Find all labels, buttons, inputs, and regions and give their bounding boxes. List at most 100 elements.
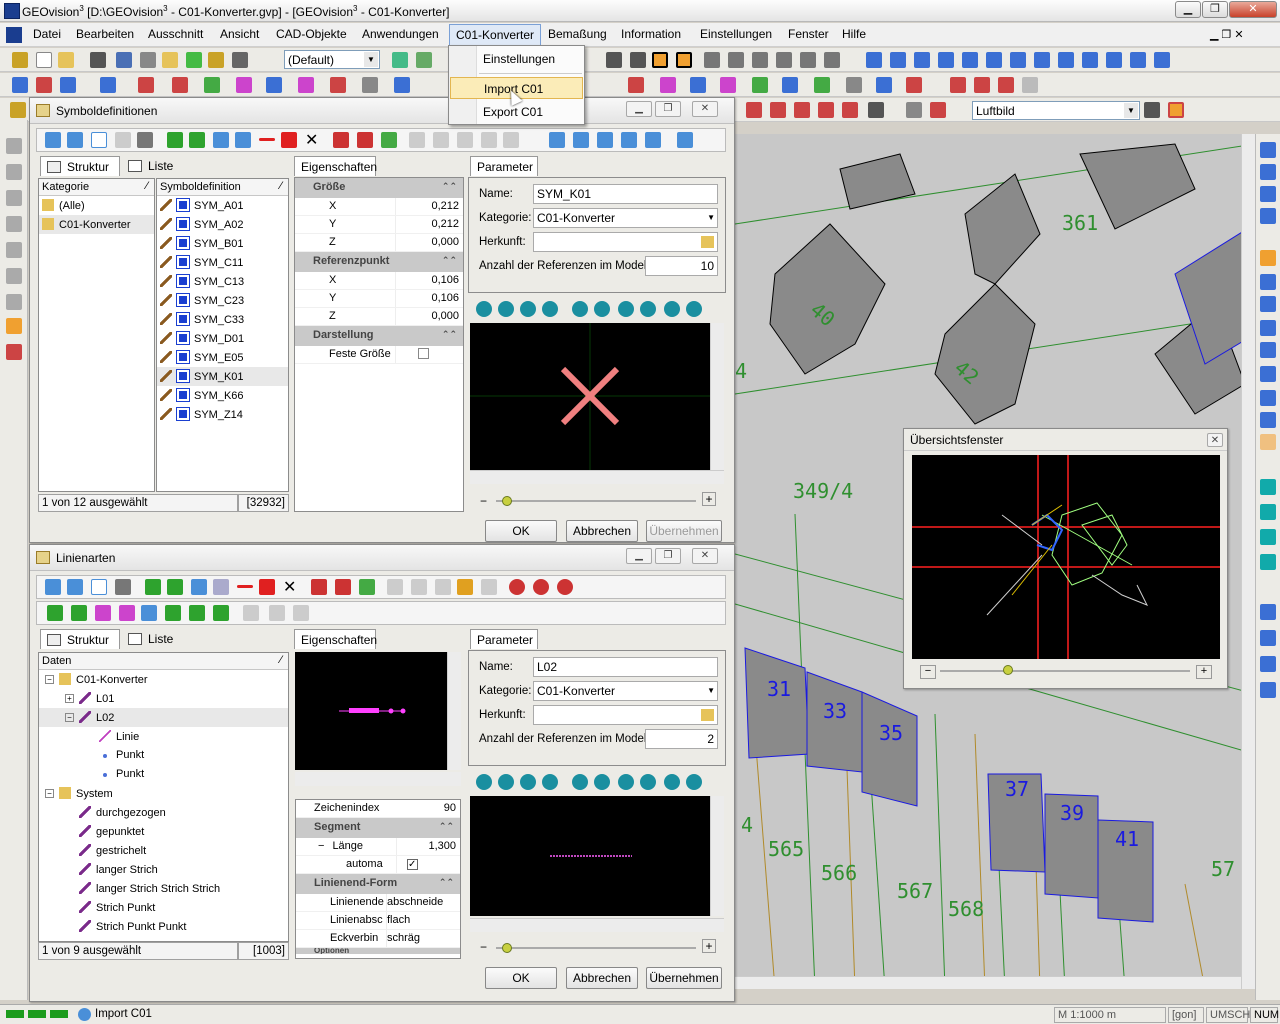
definition-item[interactable]: SYM_C33 bbox=[157, 310, 288, 329]
close-button[interactable]: ✕ bbox=[692, 548, 718, 564]
menu-export-c01[interactable]: Export C01 bbox=[450, 101, 583, 123]
preview-hscrollbar[interactable] bbox=[470, 918, 724, 932]
prop-row[interactable]: Zeichenindex 90 bbox=[296, 800, 460, 818]
toolbar-icon[interactable] bbox=[1130, 52, 1146, 68]
tool-icon[interactable] bbox=[1260, 682, 1276, 698]
toolbar-icon[interactable] bbox=[752, 52, 768, 68]
toolbar-icon[interactable] bbox=[890, 52, 906, 68]
tool-icon[interactable] bbox=[6, 318, 22, 334]
toolbar-icon[interactable] bbox=[10, 102, 26, 118]
maximize-button[interactable]: ❐ bbox=[1202, 1, 1228, 18]
toolbar-icon[interactable] bbox=[330, 77, 346, 93]
tab-parameter[interactable]: Parameter bbox=[470, 156, 538, 176]
map-hscrollbar[interactable] bbox=[735, 976, 1241, 989]
toolbar-icon[interactable] bbox=[100, 77, 116, 93]
copy-icon[interactable] bbox=[387, 579, 403, 595]
browse-folder-icon[interactable] bbox=[701, 709, 714, 721]
definition-item[interactable]: SYM_Z14 bbox=[157, 405, 288, 424]
tree-item[interactable]: gestrichelt bbox=[39, 841, 288, 860]
tab-eigenschaften[interactable]: Eigenschaften bbox=[294, 629, 377, 649]
tool-icon[interactable] bbox=[6, 164, 22, 180]
redo-icon[interactable] bbox=[503, 132, 519, 148]
menu-bemassung[interactable]: Bemaßung bbox=[548, 27, 607, 41]
tab-eigenschaften[interactable]: Eigenschaften bbox=[294, 156, 377, 176]
undo-icon[interactable] bbox=[457, 579, 473, 595]
line-preview-canvas[interactable] bbox=[470, 796, 710, 916]
tree-item[interactable]: + L01 bbox=[39, 689, 288, 708]
toolbar-icon[interactable] bbox=[1168, 102, 1184, 118]
rotate-icon[interactable] bbox=[594, 774, 610, 790]
tab-parameter[interactable]: Parameter bbox=[470, 629, 538, 649]
category-header[interactable]: Kategorie ⁄ bbox=[39, 179, 154, 196]
tool-icon[interactable] bbox=[6, 190, 22, 206]
toolbar-icon[interactable] bbox=[235, 132, 251, 148]
toolbar-icon[interactable] bbox=[914, 52, 930, 68]
open-folder-icon[interactable] bbox=[58, 52, 74, 68]
definition-item[interactable]: SYM_K66 bbox=[157, 386, 288, 405]
tree-item[interactable]: Strich Punkt Punkt bbox=[39, 917, 288, 936]
tab-liste[interactable]: Liste bbox=[122, 156, 182, 176]
preview-slider-thumb[interactable] bbox=[502, 496, 512, 506]
minimize-button[interactable]: ▁ bbox=[626, 101, 652, 117]
ok-button[interactable]: OK bbox=[485, 520, 557, 542]
tree-item[interactable]: − System bbox=[39, 784, 288, 803]
toolbar-icon[interactable] bbox=[269, 605, 285, 621]
add-icon[interactable] bbox=[95, 605, 111, 621]
overview-canvas[interactable] bbox=[912, 455, 1220, 659]
definition-header[interactable]: Symboldefinition ⁄ bbox=[157, 179, 288, 196]
view-icon[interactable] bbox=[542, 301, 558, 317]
toolbar-icon[interactable] bbox=[362, 77, 378, 93]
rotate-icon[interactable] bbox=[594, 301, 610, 317]
prop-row[interactable]: − Länge 1,300 bbox=[296, 838, 460, 856]
toolbar-icon[interactable] bbox=[36, 77, 52, 93]
toolbar-icon[interactable] bbox=[630, 52, 646, 68]
preview-slider-thumb[interactable] bbox=[502, 943, 512, 953]
add-icon[interactable] bbox=[71, 605, 87, 621]
doc-window-controls[interactable]: ▁ ❐ ✕ bbox=[1210, 28, 1244, 41]
toolbar-icon[interactable] bbox=[628, 77, 644, 93]
toolbar-icon[interactable] bbox=[1022, 77, 1038, 93]
menu-cad-objekte[interactable]: CAD-Objekte bbox=[276, 27, 347, 41]
forward-arrow-icon[interactable] bbox=[67, 579, 83, 595]
toolbar-icon[interactable] bbox=[12, 77, 28, 93]
rotate-icon[interactable] bbox=[640, 301, 656, 317]
toolbar-icon[interactable] bbox=[794, 102, 810, 118]
rotate-icon[interactable] bbox=[664, 774, 680, 790]
toolbar-icon[interactable] bbox=[298, 77, 314, 93]
prop-row[interactable]: Eckverbin schräg bbox=[296, 930, 460, 948]
zoom-icon[interactable] bbox=[1260, 296, 1276, 312]
toolbar-icon[interactable] bbox=[938, 52, 954, 68]
back-arrow-icon[interactable] bbox=[45, 579, 61, 595]
prop-row[interactable]: automa ✓ bbox=[296, 856, 460, 874]
add-icon[interactable] bbox=[165, 605, 181, 621]
tool-icon[interactable] bbox=[1260, 479, 1276, 495]
toolbar-icon[interactable] bbox=[866, 52, 882, 68]
paste-icon[interactable] bbox=[435, 579, 451, 595]
toolbar-icon[interactable] bbox=[140, 52, 156, 68]
prop-row[interactable]: Z 0,000 bbox=[295, 234, 463, 252]
maximize-button[interactable]: ❐ bbox=[655, 548, 681, 564]
overview-zoom-in[interactable]: + bbox=[1196, 665, 1212, 679]
rotate-icon[interactable] bbox=[618, 301, 634, 317]
view-icon[interactable] bbox=[520, 301, 536, 317]
toolbar-icon[interactable] bbox=[1058, 52, 1074, 68]
toolbar-icon[interactable] bbox=[186, 52, 202, 68]
origin-field[interactable] bbox=[533, 232, 718, 252]
toolbar-icon[interactable] bbox=[162, 52, 178, 68]
prop-row[interactable]: X 0,212 bbox=[295, 198, 463, 216]
undo-icon[interactable] bbox=[481, 132, 497, 148]
toolbar-icon[interactable] bbox=[677, 132, 693, 148]
map-vscrollbar[interactable] bbox=[1241, 134, 1255, 989]
toolbar-icon[interactable] bbox=[243, 605, 259, 621]
toolbar-icon[interactable] bbox=[1144, 102, 1160, 118]
toolbar-icon[interactable] bbox=[357, 132, 373, 148]
expand-toggle[interactable]: − bbox=[45, 789, 54, 798]
toolbar-icon[interactable] bbox=[333, 132, 349, 148]
back-arrow-icon[interactable] bbox=[45, 132, 61, 148]
zoom-icon[interactable] bbox=[1260, 390, 1276, 406]
tool-icon[interactable] bbox=[1260, 164, 1276, 180]
toolbar-icon[interactable] bbox=[752, 77, 768, 93]
toolbar-icon[interactable] bbox=[704, 52, 720, 68]
tree-item[interactable]: Punkt bbox=[39, 765, 288, 784]
tree-item[interactable]: Linie bbox=[39, 727, 288, 746]
